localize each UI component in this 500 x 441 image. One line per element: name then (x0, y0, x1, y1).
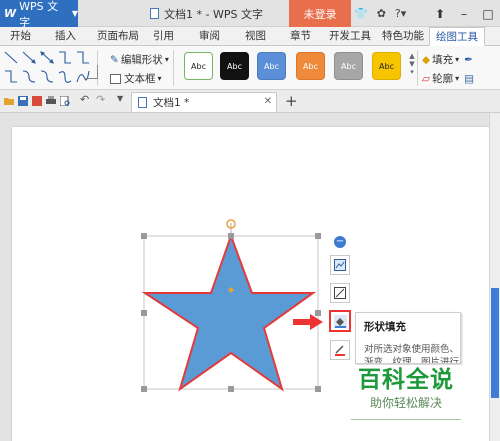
resize-handle[interactable] (141, 386, 147, 392)
shape-style-preset[interactable]: Abc (184, 52, 213, 80)
text-box-icon (110, 73, 121, 84)
resize-handle[interactable] (315, 233, 321, 239)
shape-style-button[interactable] (330, 255, 350, 275)
shape-fill-button[interactable] (329, 310, 351, 332)
customize-quick-access-icon[interactable]: ▼ (117, 94, 127, 104)
fill-button[interactable]: ◆ 填充 ▾ ✒ (422, 52, 473, 67)
ribbon-tabs: 开始 插入 页面布局 引用 审阅 视图 章节 开发工具 特色功能 绘图工具 (0, 27, 500, 46)
shape-outline-button[interactable] (330, 340, 350, 360)
line-shapes-gallery[interactable] (3, 49, 95, 87)
tab-review[interactable]: 审阅 (199, 27, 220, 46)
document-icon (150, 8, 159, 19)
edit-points-icon (334, 287, 346, 299)
quick-access-bar: ↶ ↷ ▼ 文档1 * ✕ + (0, 90, 500, 113)
style-gallery-scroll[interactable]: ▲ ▼ ▾ (408, 52, 416, 82)
title-bar: W WPS 文字 ▼ 文档1 * - WPS 文字 未登录 👕 ✿ ?▾ ⬆ –… (0, 0, 500, 29)
arrange-icon[interactable]: ▤ (464, 73, 474, 85)
tab-special[interactable]: 特色功能 (382, 27, 424, 46)
resize-handle[interactable] (141, 310, 147, 316)
title-bar-tools: 👕 ✿ ?▾ (354, 0, 406, 27)
app-menu-label: WPS 文字 (19, 0, 59, 29)
edit-shape-icon: ✎ (110, 53, 119, 66)
feedback-icon[interactable]: ✿ (377, 7, 386, 20)
tab-developer[interactable]: 开发工具 (329, 27, 371, 46)
watermark-logo: 百科全说 助你轻松解决 (351, 365, 461, 420)
undo-icon[interactable]: ↶ (80, 93, 90, 106)
resize-handle[interactable] (141, 233, 147, 239)
window-title: 文档1 * - WPS 文字 (150, 0, 263, 27)
outline-button[interactable]: ▱ 轮廓 ▾ ▤ (422, 71, 474, 86)
edit-shape-button[interactable]: ✎ 编辑形状 ▾ (110, 52, 169, 67)
text-box-button[interactable]: 文本框 ▾ (110, 71, 162, 86)
tooltip-title: 形状填充 (364, 321, 406, 333)
star-shape[interactable] (135, 214, 325, 394)
window-controls: ⬆ – □ (428, 0, 500, 27)
restore-upload-icon[interactable]: ⬆ (428, 7, 452, 21)
skin-icon[interactable]: 👕 (354, 7, 368, 20)
chevron-down-icon: ▼ (71, 9, 78, 18)
shape-fill-tooltip: 形状填充 对所选对象使用颜色、 渐变、纹理、图片进行 (355, 312, 461, 364)
maximize-icon[interactable]: □ (476, 7, 500, 21)
tab-page-layout[interactable]: 页面布局 (97, 27, 139, 46)
paint-bucket-icon: ◆ (422, 53, 431, 66)
tab-home[interactable]: 开始 (10, 27, 31, 46)
shape-style-icon (334, 259, 346, 271)
save-icon[interactable] (18, 96, 28, 106)
tab-references[interactable]: 引用 (153, 27, 174, 46)
print-preview-icon[interactable] (60, 96, 70, 106)
minimize-icon[interactable]: – (452, 7, 476, 21)
help-button[interactable]: ?▾ (395, 7, 406, 20)
resize-handle[interactable] (315, 386, 321, 392)
watermark-subtitle: 助你轻松解决 (369, 396, 442, 410)
app-menu-button[interactable]: W WPS 文字 ▼ (0, 0, 78, 29)
star-polygon[interactable] (141, 233, 317, 392)
collapse-toolbar-icon[interactable]: − (334, 236, 346, 248)
ribbon-divider (173, 50, 174, 86)
resize-handle[interactable] (228, 386, 234, 392)
tab-view[interactable]: 视图 (245, 27, 266, 46)
redo-icon[interactable]: ↷ (96, 93, 106, 106)
export-pdf-icon[interactable] (32, 96, 42, 106)
format-painter-icon[interactable]: ✒ (464, 54, 473, 66)
paint-bucket-icon (333, 314, 347, 328)
shape-style-preset[interactable]: Abc (334, 52, 363, 80)
shape-style-preset[interactable]: Abc (220, 52, 249, 80)
resize-handle[interactable] (228, 233, 234, 239)
red-arrow-pointer-icon (293, 314, 323, 330)
tab-insert[interactable]: 插入 (55, 27, 76, 46)
document-icon (138, 97, 147, 108)
edit-points-button[interactable] (330, 283, 350, 303)
wps-logo-icon: W (4, 7, 17, 20)
tooltip-description: 对所选对象使用颜色、 渐变、纹理、图片进行 (364, 344, 460, 364)
window-title-text: 文档1 * - WPS 文字 (164, 7, 263, 21)
shape-style-preset[interactable]: Abc (372, 52, 401, 80)
vertical-scrollbar[interactable] (489, 113, 500, 441)
outline-pen-icon: ▱ (422, 72, 431, 85)
new-tab-icon[interactable]: + (285, 92, 298, 110)
ribbon-panel: ✎ 编辑形状 ▾ 文本框 ▾ Abc Abc Abc Abc Abc Abc ▲ ▼ ▾… (0, 46, 500, 90)
outline-pen-icon (335, 345, 345, 356)
shape-style-preset[interactable]: Abc (257, 52, 286, 80)
tab-section[interactable]: 章节 (290, 27, 311, 46)
login-button[interactable]: 未登录 (289, 0, 351, 27)
print-icon[interactable] (46, 96, 56, 106)
watermark-title: 百科全说 (358, 367, 454, 393)
document-tab-label: 文档1 * (153, 97, 190, 109)
tab-drawing-tools[interactable]: 绘图工具 (429, 27, 485, 46)
close-icon[interactable]: ✕ (264, 96, 272, 107)
shape-style-preset[interactable]: Abc (296, 52, 325, 80)
ribbon-divider (417, 50, 418, 86)
scrollbar-thumb[interactable] (491, 288, 499, 398)
open-folder-icon[interactable] (4, 96, 14, 106)
page-margin-marker (84, 65, 98, 79)
document-tab[interactable]: 文档1 * ✕ (131, 92, 277, 112)
